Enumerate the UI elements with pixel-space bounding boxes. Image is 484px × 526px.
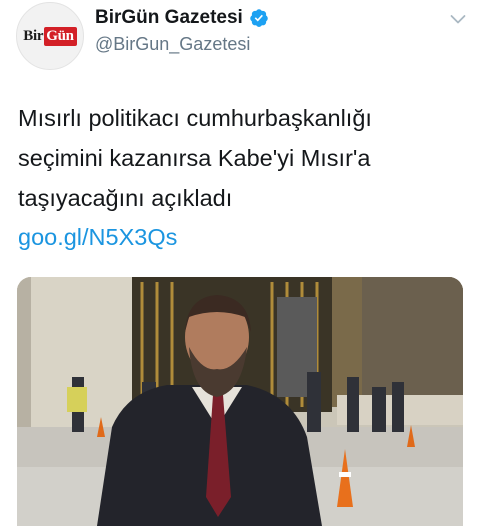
display-name-row[interactable]: BirGün Gazetesi (95, 7, 269, 29)
tweet-text-line: taşıyacağını açıkladı (18, 185, 233, 211)
logo-text-part1: Bir (23, 27, 44, 44)
avatar[interactable]: Bir Gün (16, 2, 84, 70)
tweet-link[interactable]: goo.gl/N5X3Qs (18, 224, 177, 251)
verified-badge-icon (250, 9, 268, 27)
tweet-text: Mısırlı politikacı cumhurbaşkanlığı seçi… (18, 98, 468, 218)
display-name[interactable]: BirGün Gazetesi (95, 7, 243, 29)
logo-text-part2: Gün (44, 26, 77, 46)
birgun-logo: Bir Gün (23, 26, 77, 46)
tweet-text-line: Mısırlı politikacı cumhurbaşkanlığı (18, 105, 372, 131)
chevron-down-icon[interactable] (449, 10, 467, 28)
tweet-text-line: seçimini kazanırsa Kabe'yi Mısır'a (18, 145, 371, 171)
handle[interactable]: @BirGun_Gazetesi (95, 34, 250, 55)
tweet-photo[interactable] (17, 277, 463, 526)
